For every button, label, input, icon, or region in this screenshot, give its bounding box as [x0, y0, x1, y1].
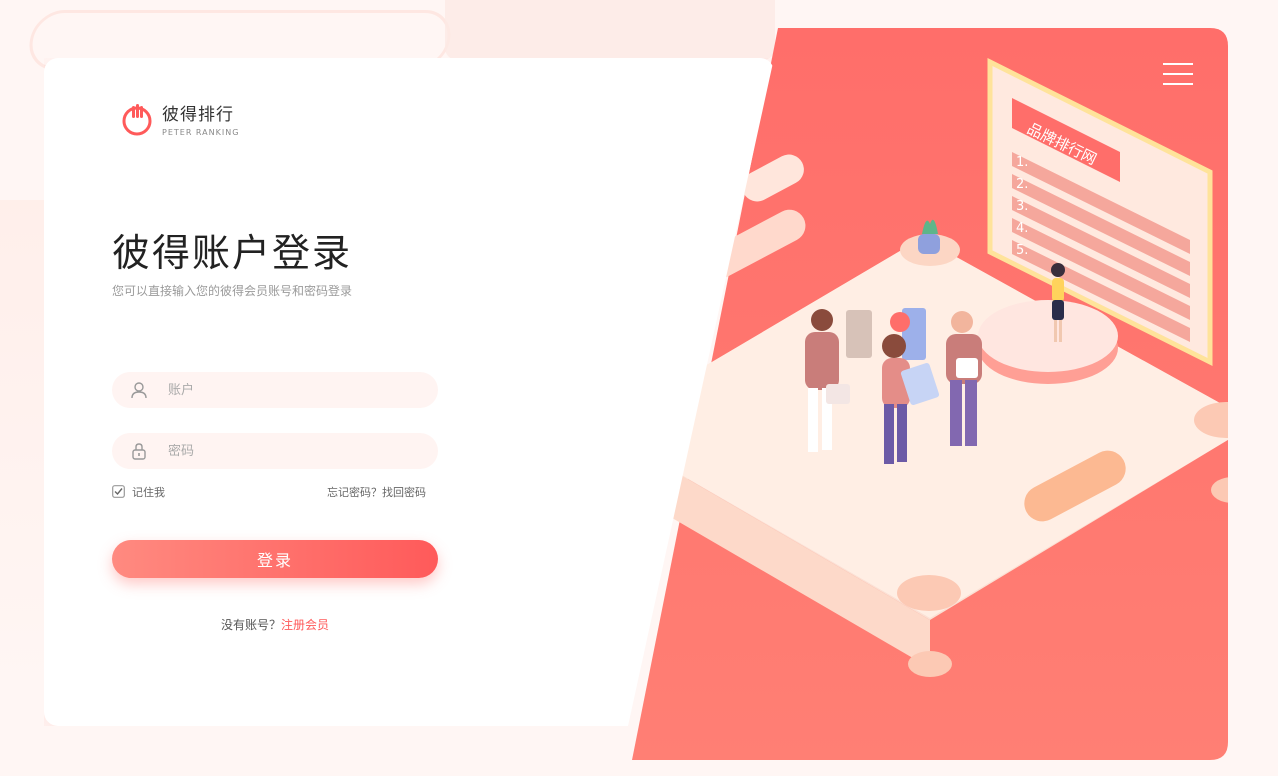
- remember-checkbox[interactable]: [112, 485, 125, 498]
- account-input[interactable]: [168, 382, 438, 398]
- hamburger-menu-icon[interactable]: [1163, 63, 1195, 87]
- hand-logo-icon: [120, 102, 154, 136]
- board-item: 1.: [1016, 155, 1028, 170]
- login-options: 记住我 忘记密码？找回密码: [112, 484, 438, 500]
- brand-name-en: PETER RANKING: [162, 128, 240, 137]
- remember-label[interactable]: 记住我: [132, 484, 165, 500]
- page-title: 彼得账户登录: [112, 231, 353, 275]
- register-prompt: 没有账号？注册会员: [0, 616, 550, 633]
- board-item: 5.: [1016, 243, 1028, 258]
- lock-icon: [130, 442, 148, 460]
- no-account-label: 没有账号？: [220, 618, 281, 632]
- board-item: 4.: [1016, 221, 1028, 236]
- user-icon: [130, 381, 148, 399]
- brand-logo[interactable]: 彼得排行 PETER RANKING: [120, 100, 239, 137]
- login-button[interactable]: 登录: [112, 540, 438, 578]
- board-item: 2.: [1016, 177, 1028, 192]
- page-subtitle: 您可以直接输入您的彼得会员账号和密码登录: [112, 284, 353, 298]
- brand-name: 彼得排行: [162, 105, 234, 125]
- password-field[interactable]: [112, 433, 438, 469]
- forgot-password-link[interactable]: 忘记密码？找回密码: [327, 484, 426, 500]
- password-input[interactable]: [168, 443, 438, 459]
- account-field[interactable]: [112, 372, 438, 408]
- board-item: 3.: [1016, 199, 1028, 214]
- register-link[interactable]: 注册会员: [281, 618, 329, 632]
